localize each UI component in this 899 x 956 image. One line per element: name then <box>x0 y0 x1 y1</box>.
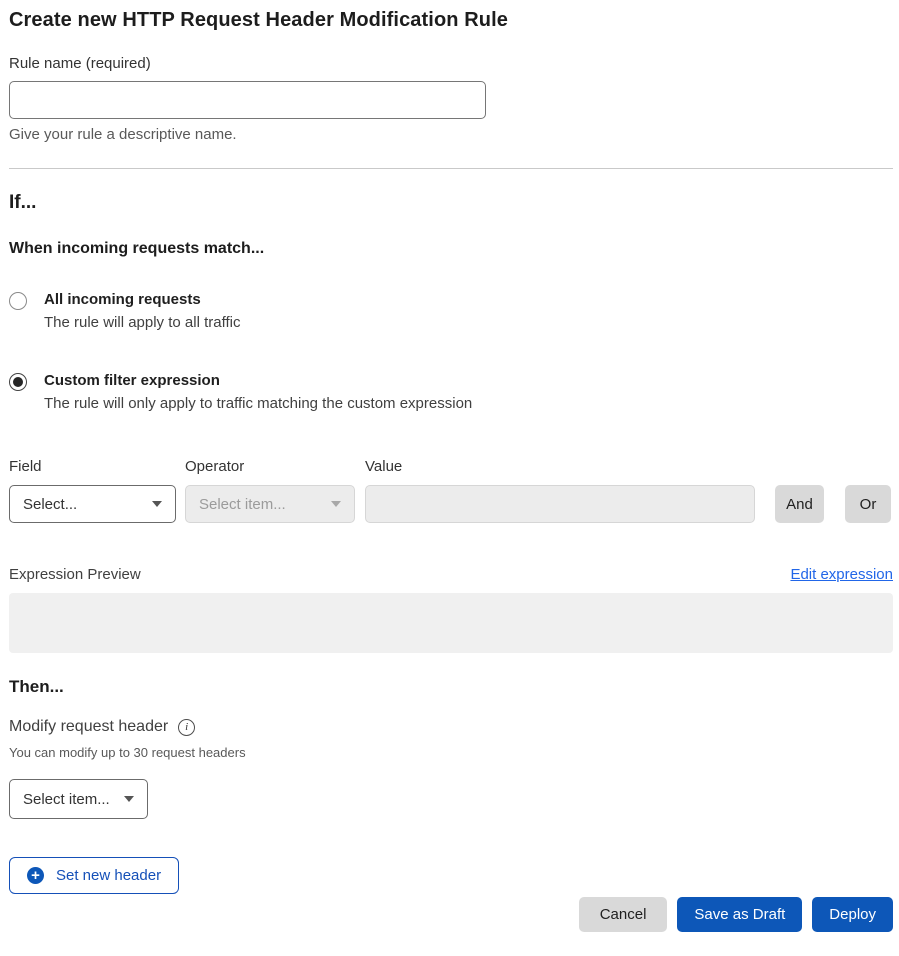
plus-circle-icon: + <box>27 867 44 884</box>
radio-label-custom-expression: Custom filter expression <box>44 372 472 389</box>
rule-name-label: Rule name (required) <box>9 55 893 72</box>
modify-request-header-label: Modify request header <box>9 718 168 736</box>
radio-option-custom-expression[interactable]: Custom filter expression The rule will o… <box>9 372 893 412</box>
chevron-down-icon <box>331 501 341 507</box>
header-action-select[interactable]: Select item... <box>9 779 148 819</box>
radio-option-all-requests[interactable]: All incoming requests The rule will appl… <box>9 291 893 331</box>
expression-preview-box <box>9 593 893 653</box>
header-action-select-value: Select item... <box>23 791 110 808</box>
field-select[interactable]: Select... <box>9 485 176 523</box>
section-divider <box>9 168 893 169</box>
page-title: Create new HTTP Request Header Modificat… <box>9 9 893 32</box>
modify-header-helper: You can modify up to 30 request headers <box>9 745 893 760</box>
expression-builder-row: Field Select... Operator Select item... … <box>9 458 893 523</box>
radio-desc-custom-expression: The rule will only apply to traffic matc… <box>44 395 472 412</box>
radio-button-icon[interactable] <box>9 373 27 391</box>
and-button[interactable]: And <box>775 485 824 523</box>
radio-button-icon[interactable] <box>9 292 27 310</box>
expression-preview-label: Expression Preview <box>9 566 141 583</box>
operator-select: Select item... <box>185 485 355 523</box>
expression-preview-header: Expression Preview Edit expression <box>9 566 893 583</box>
field-label: Field <box>9 458 176 475</box>
match-subheading: When incoming requests match... <box>9 240 893 258</box>
chevron-down-icon <box>152 501 162 507</box>
operator-label: Operator <box>185 458 355 475</box>
create-rule-form: Create new HTTP Request Header Modificat… <box>0 0 899 932</box>
radio-desc-all-requests: The rule will apply to all traffic <box>44 314 240 331</box>
deploy-button[interactable]: Deploy <box>812 897 893 932</box>
value-label: Value <box>365 458 755 475</box>
rule-name-input[interactable] <box>9 81 486 119</box>
then-heading: Then... <box>9 677 893 697</box>
rule-name-helper: Give your rule a descriptive name. <box>9 126 893 143</box>
set-new-header-label: Set new header <box>56 867 161 884</box>
chevron-down-icon <box>124 796 134 802</box>
footer-actions: Cancel Save as Draft Deploy <box>9 897 893 932</box>
if-heading: If... <box>9 192 893 214</box>
field-select-value: Select... <box>23 496 77 513</box>
save-as-draft-button[interactable]: Save as Draft <box>677 897 802 932</box>
operator-select-value: Select item... <box>199 496 286 513</box>
cancel-button[interactable]: Cancel <box>579 897 668 932</box>
value-input <box>365 485 755 523</box>
info-icon[interactable]: i <box>178 719 195 736</box>
set-new-header-button[interactable]: + Set new header <box>9 857 179 894</box>
radio-label-all-requests: All incoming requests <box>44 291 240 308</box>
edit-expression-link[interactable]: Edit expression <box>790 566 893 583</box>
or-button[interactable]: Or <box>845 485 891 523</box>
